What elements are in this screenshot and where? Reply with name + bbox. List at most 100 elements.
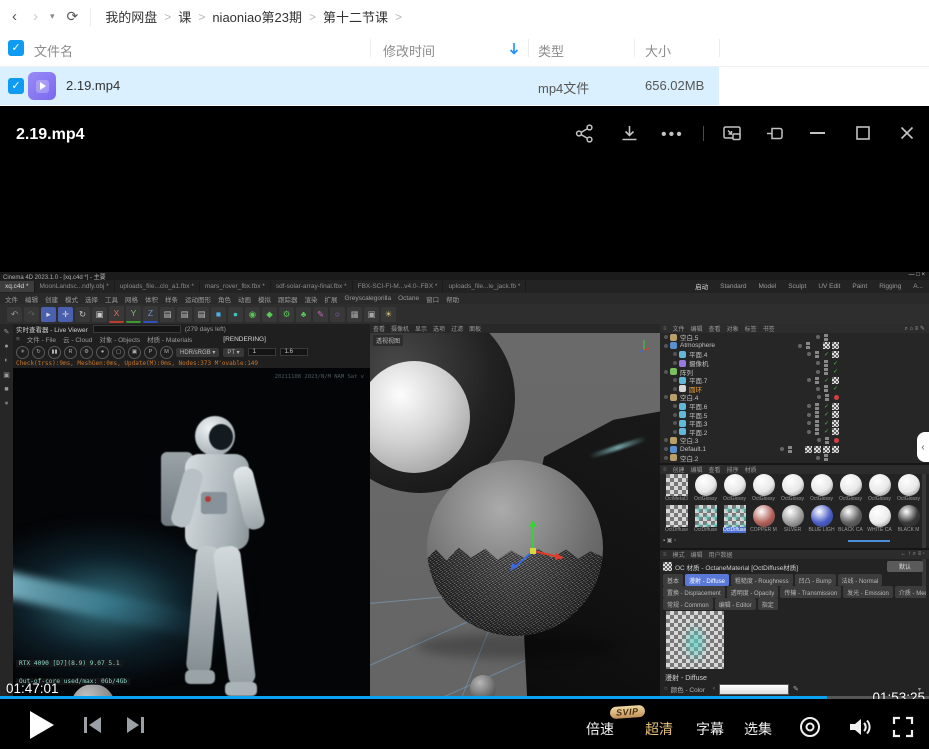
- breadcrumb-item[interactable]: niaoniao第23期: [212, 7, 302, 26]
- texture-tag-icon[interactable]: [814, 446, 821, 453]
- c4d-layout-tab[interactable]: A...: [907, 281, 929, 292]
- layer-dot[interactable]: [817, 395, 821, 399]
- column-header-type[interactable]: 类型: [538, 41, 564, 60]
- layer-dot[interactable]: [807, 421, 811, 425]
- om-menu-item[interactable]: 文件: [673, 324, 685, 333]
- enabled-check-icon[interactable]: ✓: [832, 385, 839, 392]
- previous-button[interactable]: [82, 715, 104, 735]
- live-viewer-menu-item[interactable]: 文件 - File: [27, 334, 56, 344]
- column-header-name[interactable]: 文件名: [34, 41, 73, 60]
- texture-tag-icon[interactable]: [832, 446, 839, 453]
- viewport-menu-item[interactable]: 过滤: [451, 324, 463, 333]
- play-button[interactable]: [30, 711, 54, 739]
- enabled-check-icon[interactable]: ✓: [823, 428, 830, 435]
- object-tree-item[interactable]: Default.1: [660, 445, 929, 454]
- c4d-menu-item[interactable]: 文件: [5, 294, 18, 304]
- material-swatch[interactable]: OctGlossy: [749, 474, 778, 504]
- c4d-menu-item[interactable]: 模式: [65, 294, 78, 304]
- panel-expand-handle[interactable]: ‹: [917, 432, 929, 462]
- visibility-dots[interactable]: [824, 334, 828, 341]
- enabled-check-icon[interactable]: ✓: [823, 420, 830, 427]
- c4d-menu-item[interactable]: 运动图形: [185, 294, 211, 304]
- c4d-menu-item[interactable]: 动画: [238, 294, 251, 304]
- om-menu-item[interactable]: 编辑: [691, 324, 703, 333]
- column-header-modified[interactable]: 修改时间: [383, 41, 435, 60]
- c4d-menu-item[interactable]: 模拟: [258, 294, 271, 304]
- toolbar-icon[interactable]: ▣: [92, 307, 107, 322]
- c4d-document-tab[interactable]: MoonLandsc...ndfy.obj *: [35, 281, 115, 292]
- visibility-dots[interactable]: [815, 377, 819, 384]
- toolbar-icon[interactable]: ⚙: [279, 307, 294, 322]
- layer-dot[interactable]: [816, 370, 820, 374]
- history-dropdown-icon[interactable]: ▾: [50, 11, 55, 22]
- c4d-menu-item[interactable]: 创建: [45, 294, 58, 304]
- enabled-check-icon[interactable]: ✓: [832, 368, 839, 375]
- material-scrollbar[interactable]: [848, 540, 890, 542]
- c4d-menu-item[interactable]: 工具: [105, 294, 118, 304]
- breadcrumb-item[interactable]: 我的网盘: [105, 7, 157, 26]
- visibility-dots[interactable]: [815, 428, 819, 435]
- toolbar-icon[interactable]: ☀: [381, 307, 396, 322]
- material-menu-item[interactable]: 编辑: [691, 465, 703, 474]
- c4d-layout-tab[interactable]: Model: [753, 281, 783, 292]
- material-swatch[interactable]: OctGlossy: [720, 474, 749, 504]
- material-menu-item[interactable]: 创建: [673, 465, 685, 474]
- object-tree-item[interactable]: 空白.5: [660, 333, 929, 342]
- enabled-check-icon[interactable]: ✓: [823, 403, 830, 410]
- quality-button[interactable]: 超清: [645, 719, 673, 739]
- live-viewer-tool-icon[interactable]: ⚙: [80, 346, 93, 359]
- download-icon[interactable]: [619, 123, 640, 144]
- c4d-document-tab[interactable]: mars_rover_fbx.fbx *: [200, 281, 271, 292]
- visibility-dots[interactable]: [824, 454, 828, 461]
- live-viewer-menu-item[interactable]: 材质 - Materials: [147, 334, 192, 344]
- samples-field[interactable]: 1: [248, 348, 276, 356]
- toolbar-icon[interactable]: ◆: [262, 307, 277, 322]
- toolbar-icon[interactable]: ▤: [177, 307, 192, 322]
- toolbar-icon[interactable]: ↻: [75, 307, 90, 322]
- visibility-dots[interactable]: [825, 394, 829, 401]
- material-swatch[interactable]: BLACK M: [894, 505, 923, 535]
- material-swatch[interactable]: OctGlossy: [691, 474, 720, 504]
- nav-forward-icon[interactable]: ›: [33, 8, 38, 25]
- enabled-check-icon[interactable]: ✓: [823, 411, 830, 418]
- enabled-check-icon[interactable]: ✓: [823, 377, 830, 384]
- c4d-document-tab[interactable]: sdf-solar-array-final.fbx *: [271, 281, 353, 292]
- attr-menu-item[interactable]: 编辑: [691, 550, 703, 559]
- c4d-menu-item[interactable]: 角色: [218, 294, 231, 304]
- material-swatch[interactable]: WHITE CA: [865, 505, 894, 535]
- om-menu-item[interactable]: 标签: [745, 324, 757, 333]
- playback-speed-button[interactable]: 倍速: [586, 719, 614, 739]
- layer-dot[interactable]: [807, 404, 811, 408]
- material-swatch[interactable]: OctGlossy: [836, 474, 865, 504]
- minimize-icon[interactable]: [810, 132, 825, 134]
- video-frame[interactable]: Cinema 4D 2023.1.0 - [xq.c4d *] - 主要 — □…: [0, 272, 929, 749]
- enabled-check-icon[interactable]: ✓: [832, 360, 839, 367]
- gamma-field[interactable]: 1.6: [280, 348, 308, 356]
- material-swatch[interactable]: BLUE LIGH: [807, 505, 836, 535]
- viewport-menu-item[interactable]: 显示: [415, 324, 427, 333]
- attribute-tab[interactable]: 编辑 - Editor: [715, 598, 756, 610]
- c4d-layout-tab[interactable]: Rigging: [873, 281, 907, 292]
- attr-header-icons[interactable]: ← ↑ ⌕ ≡ ◦: [900, 551, 925, 558]
- live-viewer-searchbox[interactable]: [93, 325, 181, 333]
- attr-menu-item[interactable]: 模式: [673, 550, 685, 559]
- live-viewer-tool-icon[interactable]: ↻: [32, 346, 45, 359]
- toolbar-icon[interactable]: ▦: [347, 307, 362, 322]
- live-viewer-tool-icon[interactable]: ●: [96, 346, 109, 359]
- loop-target-icon[interactable]: [798, 715, 822, 739]
- live-viewer-tool-icon[interactable]: ▣: [128, 346, 141, 359]
- live-viewer-tool-icon[interactable]: R: [64, 346, 77, 359]
- next-button[interactable]: [124, 715, 146, 735]
- c4d-menu-item[interactable]: 体积: [145, 294, 158, 304]
- fullscreen-icon[interactable]: [892, 716, 914, 738]
- volume-icon[interactable]: [846, 715, 872, 739]
- c4d-document-tab[interactable]: uploads_file...clo_a1.fbx *: [115, 281, 200, 292]
- material-swatch[interactable]: OctGlossy: [865, 474, 894, 504]
- c4d-menu-item[interactable]: Greyscalegorilla: [345, 295, 392, 302]
- maximize-icon[interactable]: [854, 124, 872, 142]
- toolbar-icon[interactable]: ▣: [364, 307, 379, 322]
- visibility-dots[interactable]: [824, 360, 828, 367]
- object-tree-item[interactable]: 空白.2: [660, 453, 929, 462]
- breadcrumb-item[interactable]: 课: [178, 7, 191, 26]
- toolbar-icon[interactable]: ●: [228, 307, 243, 322]
